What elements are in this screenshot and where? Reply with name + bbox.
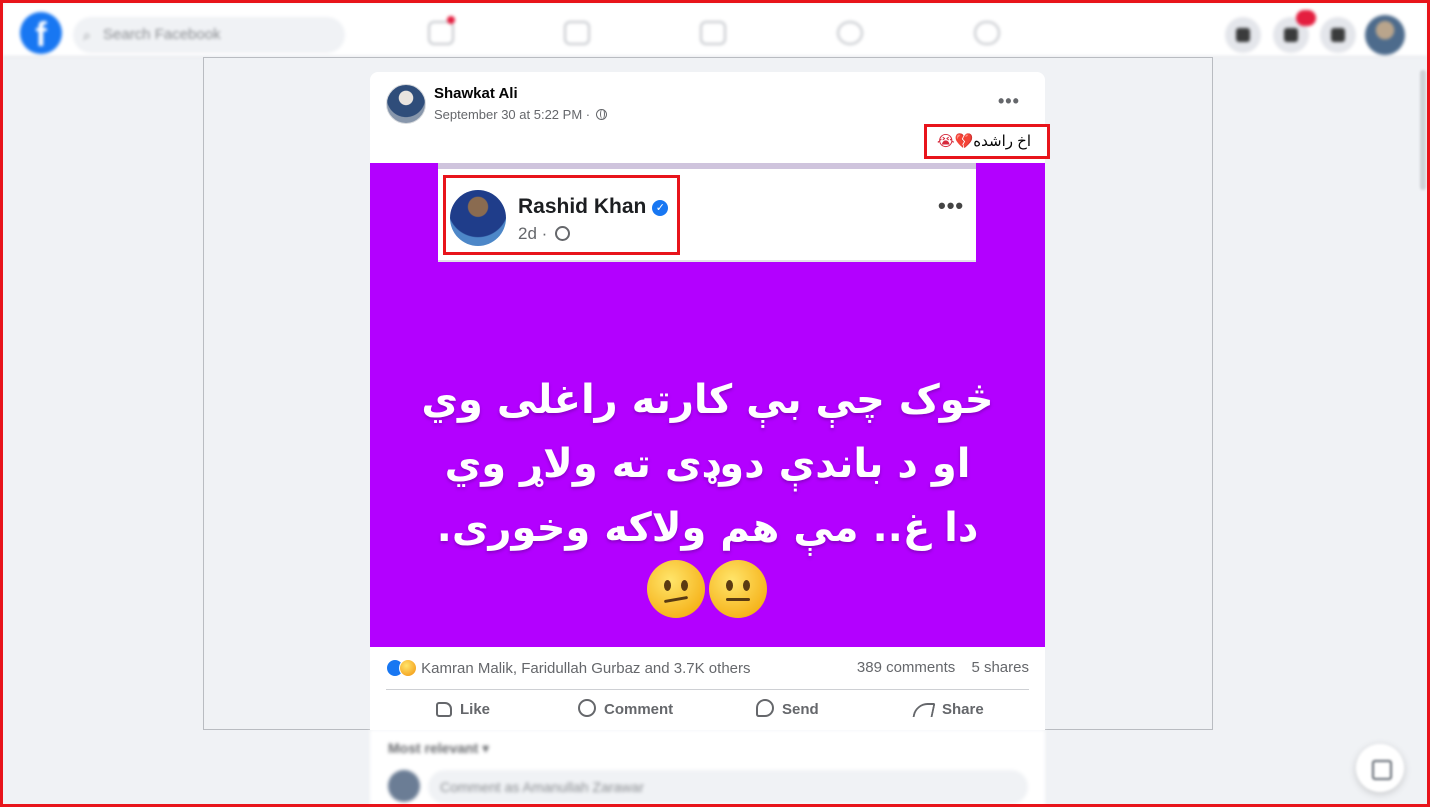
- comment-label: Comment: [604, 701, 674, 718]
- notifications-icon[interactable]: [1320, 17, 1356, 53]
- gaming-icon[interactable]: [974, 21, 1000, 45]
- post-stats: 389 comments 5 shares: [857, 659, 1029, 676]
- post-actions: Like Comment Send Share: [386, 692, 1029, 728]
- poem-text: څوک چې بې کارته راغلی وي او د باندې دوډی…: [410, 368, 1005, 560]
- comment-input[interactable]: Comment as Amanullah Zarawar: [428, 770, 1028, 804]
- share-icon: [912, 703, 936, 717]
- thumbs-up-icon: [436, 702, 452, 717]
- account-avatar[interactable]: [1365, 15, 1405, 55]
- reaction-names: Kamran Malik, Faridullah Gurbaz and 3.7K…: [421, 660, 751, 677]
- embedded-time: 2d ·: [518, 224, 548, 243]
- verified-badge-icon: ✓: [652, 200, 669, 216]
- poem-emojis: [647, 560, 771, 620]
- shares-count[interactable]: 5 shares: [971, 659, 1029, 676]
- share-button[interactable]: Share: [912, 692, 984, 728]
- caption-text: اخ راشده: [973, 133, 1031, 150]
- post-author[interactable]: Shawkat Ali: [434, 85, 518, 102]
- home-icon[interactable]: [428, 21, 454, 45]
- comment-sort-dropdown[interactable]: Most relevant ▾: [388, 740, 489, 757]
- embedded-more-icon: •••: [938, 193, 965, 218]
- like-label: Like: [460, 701, 491, 718]
- post-date[interactable]: September 30 at 5:22 PM ·: [434, 107, 590, 122]
- author-avatar[interactable]: [386, 84, 426, 124]
- watch-icon[interactable]: [564, 21, 590, 45]
- send-label: Send: [782, 701, 819, 718]
- page-scrollbar[interactable]: [1420, 70, 1426, 190]
- share-label: Share: [942, 701, 984, 718]
- poem-line: او د باندې دوډی ته ولاړ وي: [444, 441, 971, 487]
- divider: [386, 689, 1029, 690]
- caption-emoji: 💔😭: [937, 133, 974, 150]
- home-notification-dot: [447, 16, 455, 24]
- facebook-logo[interactable]: f: [20, 12, 62, 54]
- more-options-icon[interactable]: •••: [998, 92, 1022, 110]
- search-input[interactable]: ⌕ Search Facebook: [73, 17, 345, 53]
- reaction-summary[interactable]: Kamran Malik, Faridullah Gurbaz and 3.7K…: [386, 659, 751, 679]
- notification-badge: [1296, 10, 1316, 26]
- comments-section: Most relevant ▾ Comment as Amanullah Zar…: [370, 730, 1045, 807]
- neutral-face-icon: [709, 560, 767, 618]
- groups-icon[interactable]: [837, 21, 863, 45]
- new-message-icon[interactable]: [1356, 744, 1404, 792]
- commenter-avatar: [388, 770, 420, 802]
- search-placeholder: Search Facebook: [103, 26, 221, 43]
- marketplace-icon[interactable]: [700, 21, 726, 45]
- embedded-author-name: Rashid Khan: [518, 195, 647, 218]
- post-card: Shawkat Ali September 30 at 5:22 PM · ••…: [370, 72, 1045, 730]
- top-navigation-bar: f ⌕ Search Facebook: [3, 3, 1427, 57]
- whatsapp-icon: [756, 699, 774, 717]
- like-button[interactable]: Like: [436, 692, 490, 728]
- globe-icon: [595, 109, 607, 120]
- comments-count[interactable]: 389 comments: [857, 659, 955, 676]
- poem-line: دا غ.. مې هم ولاکه وخوری.: [436, 505, 979, 551]
- embedded-meta: 2d ·: [518, 224, 571, 244]
- menu-icon[interactable]: [1225, 17, 1261, 53]
- confused-face-icon: [647, 560, 705, 618]
- post-caption: اخ راشده💔😭: [924, 124, 1050, 159]
- embedded-post-header: Rashid Khan ✓ 2d · •••: [438, 163, 976, 262]
- haha-reaction-icon: [399, 659, 417, 677]
- rashid-khan-avatar: [450, 190, 506, 246]
- comment-icon: [578, 699, 596, 717]
- globe-icon: [555, 226, 571, 241]
- send-button[interactable]: Send: [756, 692, 819, 728]
- comment-button[interactable]: Comment: [578, 692, 673, 728]
- post-image[interactable]: Rashid Khan ✓ 2d · ••• څوک چې بې کارته را…: [370, 163, 1045, 647]
- search-icon: ⌕: [83, 27, 91, 43]
- poem-line: څوک چې بې کارته راغلی وي: [421, 377, 994, 423]
- post-meta: September 30 at 5:22 PM ·: [434, 107, 607, 122]
- embedded-author: Rashid Khan ✓: [518, 195, 669, 219]
